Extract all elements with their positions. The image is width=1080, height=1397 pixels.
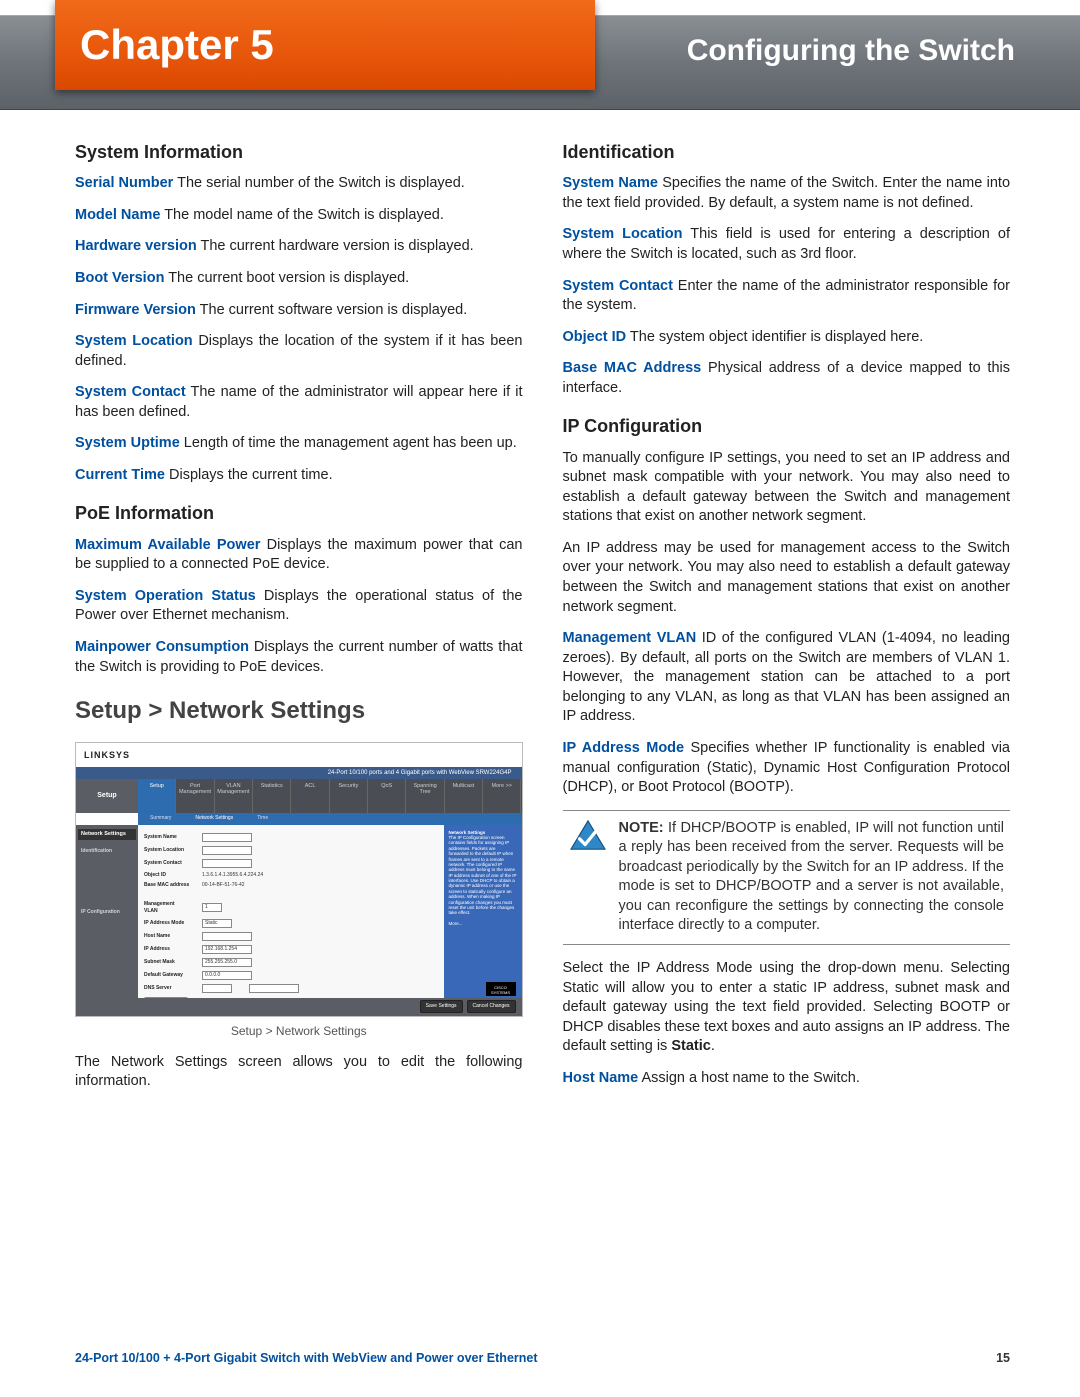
ss-help-heading: Network Settings: [449, 830, 486, 835]
para-mpc: Mainpower Consumption Displays the curre…: [75, 638, 523, 677]
ss-tab-setup[interactable]: Setup: [138, 779, 176, 813]
ss-label-subnet: Subnet Mask: [144, 959, 202, 966]
ss-subtabs: Summary Network Settings Time: [138, 813, 522, 825]
ss-label-hostname: Host Name: [144, 933, 202, 940]
ss-cancel-button[interactable]: Cancel Changes: [467, 1000, 516, 1013]
ss-label-syscontact: System Contact: [144, 860, 202, 867]
para-uptime: System Uptime Length of time the managem…: [75, 434, 523, 454]
heading-ip-config: IP Configuration: [563, 414, 1011, 438]
ss-label-gateway: Default Gateway: [144, 972, 202, 979]
chapter-label: Chapter 5: [80, 21, 274, 69]
ss-input-subnet[interactable]: 255.255.255.0: [202, 958, 252, 967]
ss-label-mgmtvlan: Management VLAN: [144, 901, 202, 915]
note-text: NOTE: If DHCP/BOOTP is enabled, IP will …: [619, 819, 1005, 936]
ss-input-mgmtvlan[interactable]: 1: [202, 903, 222, 912]
footer-product: 24-Port 10/100 + 4-Port Gigabit Switch w…: [75, 1351, 538, 1365]
ss-footer: Save Settings Cancel Changes: [76, 998, 522, 1016]
para-loc: System Location Displays the location of…: [75, 332, 523, 371]
ss-label-mac: Base MAC address: [144, 882, 202, 889]
para-boot: Boot Version The current boot version is…: [75, 269, 523, 289]
para-ipmode: IP Address Mode Specifies whether IP fun…: [563, 739, 1011, 798]
ss-input-dns[interactable]: [202, 984, 232, 993]
para-fw: Firmware Version The current software ve…: [75, 301, 523, 321]
heading-identification: Identification: [563, 140, 1011, 164]
para-sysloc: System Location This field is used for e…: [563, 225, 1011, 264]
page-header: Chapter 5 Configuring the Switch: [0, 0, 1080, 110]
chapter-card: Chapter 5: [55, 0, 595, 90]
network-settings-screenshot: LINKSYS 24-Port 10/100 ports and 4 Gigab…: [75, 742, 523, 1017]
ss-input-ip[interactable]: 192.168.1.254: [202, 945, 252, 954]
ss-label-oid: Object ID: [144, 872, 202, 879]
ss-tab-vlan[interactable]: VLAN Management: [215, 779, 253, 813]
para-serial: Serial Number The serial number of the S…: [75, 174, 523, 194]
ss-input-sysloc[interactable]: [202, 846, 252, 855]
ss-save-button[interactable]: Save Settings: [420, 1000, 463, 1013]
ss-sub-time[interactable]: Time: [245, 813, 280, 825]
ss-side-identification: Identification: [78, 840, 136, 857]
screenshot-caption: Setup > Network Settings: [75, 1023, 523, 1039]
ss-titlebar: 24-Port 10/100 ports and 4 Gigabit ports…: [76, 767, 522, 779]
ss-tab-stats[interactable]: Statistics: [253, 779, 291, 813]
ss-select-ipmode[interactable]: Static: [202, 919, 232, 928]
ss-tab-stp[interactable]: Spanning Tree: [406, 779, 444, 813]
ss-tab-multicast[interactable]: Multicast: [445, 779, 483, 813]
note-box: NOTE: If DHCP/BOOTP is enabled, IP will …: [563, 810, 1011, 945]
ss-sub-summary[interactable]: Summary: [138, 813, 183, 825]
ss-cisco-logo: CISCO SYSTEMS: [486, 982, 516, 996]
ss-side-ipconfig: IP Configuration: [78, 901, 136, 918]
para-contact: System Contact The name of the administr…: [75, 383, 523, 422]
ss-input-hostname[interactable]: [202, 932, 252, 941]
ss-tab-port[interactable]: Port Management: [176, 779, 214, 813]
ss-logo: LINKSYS: [84, 749, 130, 761]
para-model: Model Name The model name of the Switch …: [75, 206, 523, 226]
right-column: Identification System Name Specifies the…: [563, 140, 1011, 1104]
ss-label-sysname: System Name: [144, 834, 202, 841]
ss-tab-group-label: Setup: [76, 779, 138, 813]
footer-page-number: 15: [996, 1351, 1010, 1365]
para-time: Current Time Displays the current time.: [75, 466, 523, 486]
para-select-mode: Select the IP Address Mode using the dro…: [563, 959, 1011, 1057]
ss-help-text: The IP Configuration screen contains fie…: [449, 835, 517, 926]
ss-side-heading: Network Settings: [78, 829, 136, 840]
para-mgmtvlan: Management VLAN ID of the configured VLA…: [563, 629, 1011, 727]
ss-sidebar: Network Settings Identification IP Confi…: [76, 825, 138, 1016]
ss-input-gateway[interactable]: 0.0.0.0: [202, 971, 252, 980]
para-maxpower: Maximum Available Power Displays the max…: [75, 536, 523, 575]
checkmark-icon: [569, 819, 607, 853]
ss-value-mac: 00-14-BF-51-76-42: [202, 882, 245, 889]
ss-tabs: Setup Setup Port Management VLAN Managem…: [76, 779, 522, 813]
heading-setup-network-settings: Setup > Network Settings: [75, 695, 523, 727]
page-footer: 24-Port 10/100 + 4-Port Gigabit Switch w…: [75, 1351, 1010, 1365]
para-sysname: System Name Specifies the name of the Sw…: [563, 174, 1011, 213]
para-opstatus: System Operation Status Displays the ope…: [75, 587, 523, 626]
para-hostname: Host Name Assign a host name to the Swit…: [563, 1069, 1011, 1089]
ss-label-sysloc: System Location: [144, 847, 202, 854]
ss-input-sysname[interactable]: [202, 833, 252, 842]
heading-poe-information: PoE Information: [75, 501, 523, 525]
ss-value-oid: 1.3.6.1.4.1.3955.6.4.224.24: [202, 872, 263, 879]
para-ip2: An IP address may be used for management…: [563, 539, 1011, 617]
ss-help-panel: Network Settings The IP Configuration sc…: [444, 825, 522, 998]
ss-input-dns2[interactable]: [249, 984, 299, 993]
ss-label-ipmode: IP Address Mode: [144, 920, 202, 927]
para-after-img: The Network Settings screen allows you t…: [75, 1053, 523, 1092]
para-ip1: To manually configure IP settings, you n…: [563, 449, 1011, 527]
para-syscontact: System Contact Enter the name of the adm…: [563, 277, 1011, 316]
para-oid: Object ID The system object identifier i…: [563, 328, 1011, 348]
para-hw: Hardware version The current hardware ve…: [75, 237, 523, 257]
ss-label-ip: IP Address: [144, 946, 202, 953]
ss-tab-more[interactable]: More >>: [483, 779, 521, 813]
heading-system-information: System Information: [75, 140, 523, 164]
left-column: System Information Serial Number The ser…: [75, 140, 523, 1104]
ss-input-syscontact[interactable]: [202, 859, 252, 868]
ss-tab-qos[interactable]: QoS: [368, 779, 406, 813]
ss-sub-network[interactable]: Network Settings: [183, 813, 245, 825]
ss-label-dns: DNS Server: [144, 985, 202, 992]
para-mac: Base MAC Address Physical address of a d…: [563, 359, 1011, 398]
ss-tab-security[interactable]: Security: [330, 779, 368, 813]
header-right-title: Configuring the Switch: [687, 34, 1015, 68]
ss-tab-acl[interactable]: ACL: [291, 779, 329, 813]
page-body: System Information Serial Number The ser…: [0, 140, 1080, 1104]
